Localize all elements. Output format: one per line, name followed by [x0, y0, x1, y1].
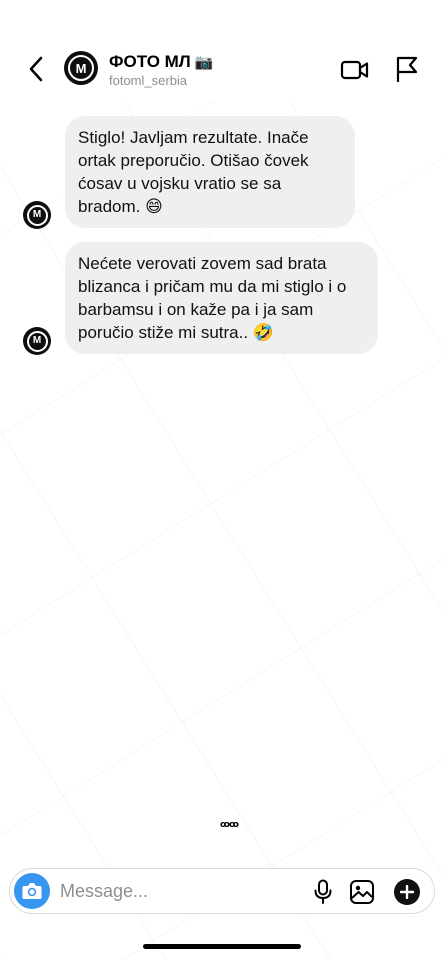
flag-icon	[396, 56, 418, 83]
home-indicator	[143, 944, 301, 949]
message-composer	[9, 868, 435, 914]
camera-button[interactable]	[14, 873, 50, 909]
gallery-button[interactable]	[349, 879, 375, 905]
video-camera-icon	[340, 60, 369, 80]
more-options-button[interactable]	[394, 879, 420, 905]
report-button[interactable]	[394, 55, 420, 83]
camera-emoji: 📷	[194, 54, 214, 71]
camera-icon	[22, 883, 42, 899]
message-bubble[interactable]: Stiglo! Javljam rezultate. Inače ortak p…	[65, 116, 355, 228]
avatar-letter: M	[32, 209, 42, 220]
chat-title-text: ФОТО МЛ	[109, 52, 191, 71]
message-text: Nećete verovati zovem sad brata blizanca…	[78, 254, 347, 342]
chat-username: fotoml_serbia	[109, 73, 188, 88]
chevron-left-icon	[29, 56, 43, 82]
avatar-ring: M	[26, 204, 48, 226]
message-bubble[interactable]: Nećete verovati zovem sad brata blizanca…	[65, 242, 378, 354]
avatar-letter: M	[32, 335, 42, 346]
chat-title[interactable]: ФОТО МЛ 📷	[109, 52, 213, 72]
image-icon	[350, 880, 374, 904]
message-text: Stiglo! Javljam rezultate. Inače ortak p…	[78, 128, 309, 216]
voice-message-button[interactable]	[312, 879, 334, 905]
seen-indicator: ꝏꝏ	[220, 819, 239, 829]
sender-avatar[interactable]: M	[23, 201, 51, 229]
avatar-letter: M	[75, 60, 87, 76]
microphone-icon	[314, 879, 332, 904]
profile-avatar[interactable]: M	[64, 51, 98, 85]
sender-avatar[interactable]: M	[23, 327, 51, 355]
chat-header: M ФОТО МЛ 📷 fotoml_serbia	[0, 0, 444, 100]
avatar-ring: M	[68, 55, 94, 81]
video-call-button[interactable]	[340, 57, 370, 83]
avatar-ring: M	[26, 330, 48, 352]
message-input[interactable]	[60, 879, 300, 903]
back-button[interactable]	[22, 54, 50, 84]
plus-icon	[400, 885, 414, 899]
